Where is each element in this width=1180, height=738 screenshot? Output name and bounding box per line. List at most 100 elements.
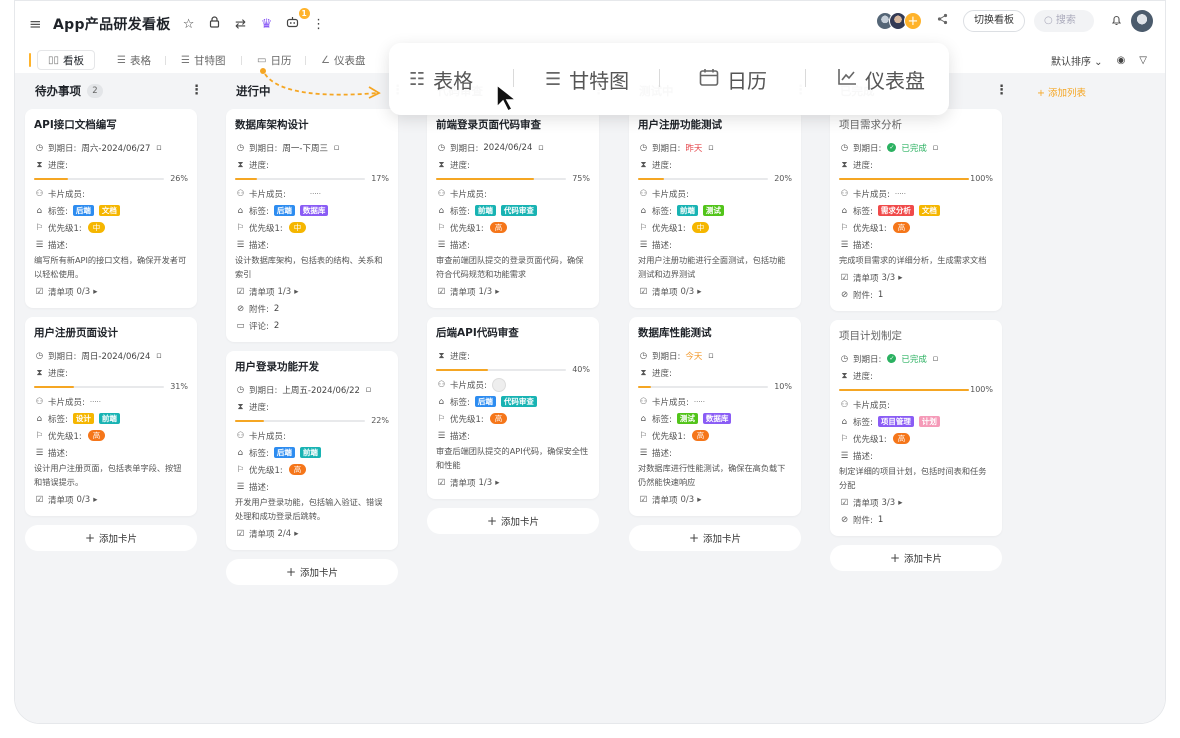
tag-badge[interactable]: 项目管理: [877, 416, 914, 427]
filter-settings-icon[interactable]: ⇄: [233, 17, 249, 32]
add-card-button[interactable]: + 添加卡片: [629, 525, 801, 551]
tab-table[interactable]: ☰ 表格: [117, 51, 151, 69]
task-card[interactable]: API接口文档编写 ◷ 到期日: 周六-2024/06/27 ▫ ⧗ 进度: 26% ⚇ 卡片成员…: [25, 109, 197, 308]
tag-badge[interactable]: 后端: [273, 205, 295, 216]
checklist-row[interactable]: ☑ 清单项 0/3 ▸: [34, 283, 188, 300]
zoom-tab-dashboard[interactable]: 仪表盘: [837, 65, 925, 94]
tab-gantt[interactable]: ☰ 甘特图: [181, 51, 225, 69]
tag-badge[interactable]: 文档: [918, 205, 940, 216]
tag-badge[interactable]: 前端: [676, 205, 698, 216]
checklist-row[interactable]: ☑ 清单项 0/3 ▸: [34, 491, 188, 508]
due-date-row[interactable]: ◷ 到期日: 上周五-2024/06/22 ▫: [235, 381, 389, 398]
sort-dropdown[interactable]: 默认排序 ⌄: [1051, 53, 1103, 68]
more-vertical-icon[interactable]: ⋮: [311, 17, 327, 32]
tag-badge[interactable]: 数据库: [299, 205, 329, 216]
tag-badge[interactable]: 计划: [918, 416, 940, 427]
tag-badge[interactable]: 设计: [72, 413, 94, 424]
tab-kanban[interactable]: ▯▯ 看板: [37, 50, 96, 70]
members-row[interactable]: ⚇ 卡片成员:: [436, 185, 590, 202]
priority-badge[interactable]: 高: [489, 222, 508, 233]
tag-badge[interactable]: 后端: [72, 205, 94, 216]
due-date-row[interactable]: ◷ 到期日: 周一-下周三 ▫: [235, 139, 389, 156]
due-date-row[interactable]: ◷ 到期日: 2024/06/24 ▫: [436, 139, 590, 156]
share-icon[interactable]: [937, 13, 948, 29]
board-members[interactable]: +: [876, 12, 922, 30]
members-row[interactable]: ⚇ 卡片成员:: [34, 185, 188, 202]
checklist-row[interactable]: ☑ 清单项 3/3 ▸: [839, 494, 993, 511]
task-card[interactable]: 数据库性能测试 ◷ 到期日: 今天 ▫ ⧗ 进度: 10% ⚇ 卡片成员: ····· ⌂ 标签: 测试数…: [629, 317, 801, 516]
checklist-row[interactable]: ☑ 清单项 1/3 ▸: [235, 283, 389, 300]
due-date-row[interactable]: ◷ 到期日: ✓ 已完成 ▫: [839, 139, 993, 156]
task-card[interactable]: 前端登录页面代码审查 ◷ 到期日: 2024/06/24 ▫ ⧗ 进度: 75% ⚇ 卡片成员: ⌂…: [427, 109, 599, 308]
priority-badge[interactable]: 中: [87, 222, 106, 233]
priority-badge[interactable]: 高: [288, 464, 307, 475]
checklist-row[interactable]: ☑ 清单项 1/3 ▸: [436, 474, 590, 491]
task-card[interactable]: 后端API代码审查 ⧗ 进度: 40% ⚇ 卡片成员: ⌂ 标签: 后端 代码审查 ⚐ 优先级1: 高 ☰…: [427, 317, 599, 499]
priority-badge[interactable]: 高: [87, 430, 106, 441]
members-row[interactable]: ⚇ 卡片成员: ·····: [638, 393, 792, 410]
task-card[interactable]: 用户注册页面设计 ◷ 到期日: 周日-2024/06/24 ▫ ⧗ 进度: 31% ⚇ 卡片成员:…: [25, 317, 197, 516]
add-list-button[interactable]: + 添加列表: [1037, 85, 1086, 99]
robot-icon[interactable]: 1: [285, 8, 310, 32]
ai-crown-icon[interactable]: ♛: [259, 17, 275, 32]
members-row[interactable]: ⚇ 卡片成员:: [436, 376, 590, 393]
tag-badge[interactable]: 代码审查: [500, 205, 537, 216]
zoom-tab-gantt[interactable]: ☰ 甘特图: [545, 65, 629, 94]
attachments-row[interactable]: ⊘ 附件: 1: [839, 286, 993, 303]
comments-row[interactable]: ▭ 评论: 2: [235, 317, 389, 334]
priority-badge[interactable]: 高: [892, 433, 911, 444]
tag-badge[interactable]: 测试: [676, 413, 698, 424]
tag-badge[interactable]: 测试: [702, 205, 724, 216]
add-card-button[interactable]: + 添加卡片: [226, 559, 398, 585]
members-row[interactable]: ⚇ 卡片成员:: [839, 396, 993, 413]
members-row[interactable]: ⚇ 卡片成员:: [235, 427, 389, 444]
checklist-row[interactable]: ☑ 清单项 0/3 ▸: [638, 283, 792, 300]
tag-badge[interactable]: 数据库: [702, 413, 732, 424]
checklist-row[interactable]: ☑ 清单项 1/3 ▸: [436, 283, 590, 300]
user-avatar[interactable]: [1131, 10, 1153, 32]
add-card-button[interactable]: + 添加卡片: [25, 525, 197, 551]
tag-badge[interactable]: 代码审查: [500, 396, 537, 407]
members-row[interactable]: ⚇ 卡片成员: ·····: [839, 185, 993, 202]
checklist-row[interactable]: ☑ 清单项 0/3 ▸: [638, 491, 792, 508]
checklist-row[interactable]: ☑ 清单项 2/4 ▸: [235, 525, 389, 542]
add-member-icon[interactable]: +: [904, 12, 922, 30]
switch-board-button[interactable]: 切换看板: [963, 10, 1025, 32]
attachments-row[interactable]: ⊘ 附件: 2: [235, 300, 389, 317]
priority-badge[interactable]: 高: [489, 413, 508, 424]
priority-badge[interactable]: 高: [892, 222, 911, 233]
task-card[interactable]: 数据库架构设计 ◷ 到期日: 周一-下周三 ▫ ⧗ 进度: 17% ⚇ 卡片成员: ····· ⌂ 标签…: [226, 109, 398, 342]
tag-badge[interactable]: 前端: [474, 205, 496, 216]
members-row[interactable]: ⚇ 卡片成员:: [638, 185, 792, 202]
column-header[interactable]: 待办事项 2 ⋮: [25, 73, 203, 109]
priority-badge[interactable]: 中: [288, 222, 307, 233]
task-card[interactable]: 项目计划制定 ◷ 到期日: ✓ 已完成 ▫ ⧗ 进度: 100% ⚇ 卡片成员: ⌂ 标签: 项目管理 计划…: [830, 320, 1002, 536]
star-icon[interactable]: ☆: [181, 17, 197, 32]
task-card[interactable]: 用户注册功能测试 ◷ 到期日: 昨天 ▫ ⧗ 进度: 20% ⚇ 卡片成员: ⌂ 标签: 前端 测试 ⚐ 优先…: [629, 109, 801, 308]
due-date-row[interactable]: ◷ 到期日: ✓ 已完成 ▫: [839, 350, 993, 367]
due-date-row[interactable]: ◷ 到期日: 周六-2024/06/27 ▫: [34, 139, 188, 156]
menu-icon[interactable]: ≡: [29, 15, 43, 33]
add-card-button[interactable]: + 添加卡片: [830, 545, 1002, 571]
column-more-icon[interactable]: ⋮: [995, 83, 1008, 98]
tag-badge[interactable]: 需求分析: [877, 205, 914, 216]
bell-icon[interactable]: [1111, 14, 1122, 29]
checklist-row[interactable]: ☑ 清单项 3/3 ▸: [839, 269, 993, 286]
lock-icon[interactable]: [207, 16, 223, 32]
tag-badge[interactable]: 文档: [98, 205, 120, 216]
add-card-button[interactable]: + 添加卡片: [427, 508, 599, 534]
task-card[interactable]: 项目需求分析 ◷ 到期日: ✓ 已完成 ▫ ⧗ 进度: 100% ⚇ 卡片成员: ····· ⌂ 标签: 需…: [830, 109, 1002, 311]
zoom-tab-calendar[interactable]: 日历: [699, 65, 767, 94]
due-date-row[interactable]: ◷ 到期日: 今天 ▫: [638, 347, 792, 364]
members-row[interactable]: ⚇ 卡片成员: ·····: [34, 393, 188, 410]
column-more-icon[interactable]: ⋮: [190, 83, 203, 98]
tag-badge[interactable]: 后端: [474, 396, 496, 407]
tag-badge[interactable]: 前端: [98, 413, 120, 424]
search-input[interactable]: ○ 搜索: [1034, 10, 1094, 32]
due-date-row[interactable]: ◷ 到期日: 昨天 ▫: [638, 139, 792, 156]
eye-icon[interactable]: ◉: [1117, 55, 1126, 66]
due-date-row[interactable]: ◷ 到期日: 周日-2024/06/24 ▫: [34, 347, 188, 364]
members-row[interactable]: ⚇ 卡片成员: ·····: [235, 185, 389, 202]
task-card[interactable]: 用户登录功能开发 ◷ 到期日: 上周五-2024/06/22 ▫ ⧗ 进度: 22% ⚇ 卡片成员…: [226, 351, 398, 550]
attachments-row[interactable]: ⊘ 附件: 1: [839, 511, 993, 528]
